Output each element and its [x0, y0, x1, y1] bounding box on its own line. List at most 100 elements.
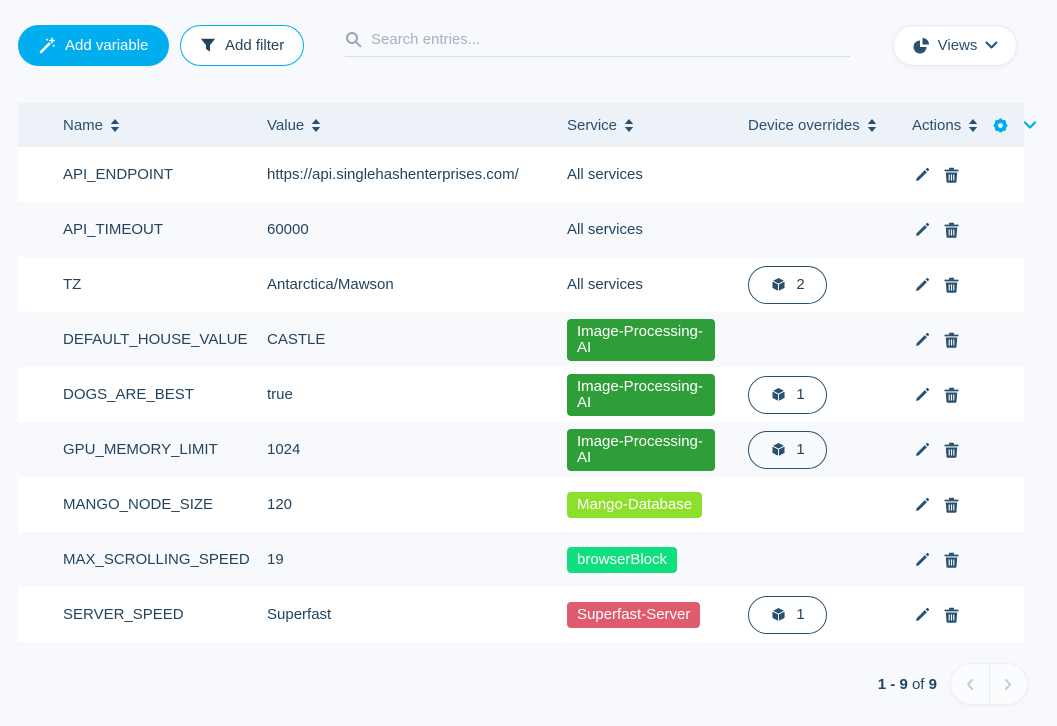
- table-row: MAX_SCROLLING_SPEED 19 browserBlock: [18, 532, 1024, 587]
- name-cell: TZ: [63, 276, 267, 293]
- edit-button[interactable]: [912, 605, 932, 625]
- variable-value: true: [267, 386, 293, 403]
- name-cell: MANGO_NODE_SIZE: [63, 496, 267, 513]
- sort-icon: [624, 118, 634, 132]
- magic-wand-icon: [39, 37, 56, 54]
- variables-page: { "toolbar": { "add_variable": "Add vari…: [0, 0, 1057, 726]
- table-row: DEFAULT_HOUSE_VALUE CASTLE Image-Process…: [18, 312, 1024, 367]
- trash-icon: [944, 222, 959, 238]
- variable-name: DOGS_ARE_BEST: [63, 386, 194, 403]
- column-header-device-overrides[interactable]: Device overrides: [748, 117, 877, 134]
- table-row: API_ENDPOINT https://api.singlehashenter…: [18, 147, 1024, 202]
- edit-button[interactable]: [912, 385, 932, 405]
- add-variable-button[interactable]: Add variable: [18, 25, 170, 66]
- table-options-chevron-button[interactable]: [1023, 120, 1037, 130]
- page-range-total: 9: [928, 675, 937, 693]
- page-range-numbers: 1 - 9: [877, 675, 908, 693]
- variable-value: 60000: [267, 221, 309, 238]
- edit-button[interactable]: [912, 220, 932, 240]
- actions-cell: [912, 220, 1024, 240]
- chevron-down-icon: [985, 41, 998, 50]
- sort-icon: [311, 118, 321, 132]
- column-label: Value: [267, 116, 305, 134]
- column-settings-button[interactable]: [991, 116, 1010, 135]
- column-header-value[interactable]: Value: [267, 117, 321, 134]
- cube-icon: [770, 441, 787, 458]
- edit-button[interactable]: [912, 550, 932, 570]
- filter-funnel-icon: [200, 38, 216, 53]
- delete-button[interactable]: [942, 440, 961, 460]
- variable-value: https://api.singlehashenterprises.com/: [267, 166, 519, 183]
- value-cell: true: [267, 386, 567, 403]
- device-overrides-cell: 2: [748, 265, 912, 304]
- column-header-service[interactable]: Service: [567, 117, 634, 134]
- table-header: Name Value Service Device overrides Acti…: [18, 103, 1037, 147]
- service-cell: All services: [567, 166, 748, 183]
- delete-button[interactable]: [942, 605, 961, 625]
- device-overrides-button[interactable]: 1: [748, 595, 827, 634]
- service-cell: Superfast-Server: [567, 601, 748, 628]
- service-cell: browserBlock: [567, 546, 748, 573]
- service-cell: Image-Processing-AI: [567, 318, 748, 361]
- name-cell: MAX_SCROLLING_SPEED: [63, 551, 267, 568]
- column-header-actions[interactable]: Actions: [912, 117, 978, 134]
- column-header-name[interactable]: Name: [63, 117, 120, 134]
- name-cell: DEFAULT_HOUSE_VALUE: [63, 331, 267, 348]
- actions-cell: [912, 495, 1024, 515]
- add-variable-label: Add variable: [65, 37, 149, 54]
- device-overrides-button[interactable]: 1: [748, 375, 827, 414]
- delete-button[interactable]: [942, 275, 961, 295]
- delete-button[interactable]: [942, 550, 961, 570]
- search-input[interactable]: [371, 31, 850, 48]
- table-row: GPU_MEMORY_LIMIT 1024 Image-Processing-A…: [18, 422, 1024, 477]
- toolbar: Add variable Add filter Views: [0, 0, 1057, 90]
- service-cell: Image-Processing-AI: [567, 428, 748, 471]
- sort-icon: [968, 118, 978, 132]
- delete-button[interactable]: [942, 330, 961, 350]
- variable-name: GPU_MEMORY_LIMIT: [63, 441, 218, 458]
- column-label: Device overrides: [748, 116, 860, 134]
- name-cell: API_ENDPOINT: [63, 166, 267, 183]
- name-cell: GPU_MEMORY_LIMIT: [63, 441, 267, 458]
- actions-cell: [912, 330, 1024, 350]
- table-row: DOGS_ARE_BEST true Image-Processing-AI 1: [18, 367, 1024, 422]
- name-cell: SERVER_SPEED: [63, 606, 267, 623]
- actions-cell: [912, 275, 1024, 295]
- delete-button[interactable]: [942, 220, 961, 240]
- edit-button[interactable]: [912, 495, 932, 515]
- variable-name: MANGO_NODE_SIZE: [63, 496, 214, 513]
- service-badge: Image-Processing-AI: [567, 428, 715, 471]
- variable-value: Antarctica/Mawson: [267, 276, 394, 293]
- next-page-button[interactable]: [988, 664, 1028, 704]
- device-overrides-button[interactable]: 1: [748, 430, 827, 469]
- value-cell: CASTLE: [267, 331, 567, 348]
- service-cell: All services: [567, 221, 748, 238]
- variable-value: Superfast: [267, 606, 332, 623]
- actions-header-group: Actions: [912, 116, 1037, 135]
- override-count: 2: [796, 276, 805, 293]
- service-text: All services: [567, 166, 643, 183]
- pencil-icon: [914, 222, 930, 238]
- cube-icon: [770, 606, 787, 623]
- variable-value: 120: [267, 496, 293, 513]
- edit-button[interactable]: [912, 165, 932, 185]
- service-badge: Mango-Database: [567, 491, 703, 518]
- edit-button[interactable]: [912, 330, 932, 350]
- delete-button[interactable]: [942, 165, 961, 185]
- prev-page-button[interactable]: [951, 664, 989, 704]
- edit-button[interactable]: [912, 440, 932, 460]
- service-cell: Image-Processing-AI: [567, 373, 748, 416]
- device-overrides-button[interactable]: 2: [748, 265, 827, 304]
- trash-icon: [944, 497, 959, 513]
- pencil-icon: [914, 277, 930, 293]
- delete-button[interactable]: [942, 385, 961, 405]
- chevron-down-icon: [1023, 120, 1037, 130]
- variable-value: 1024: [267, 441, 301, 458]
- pencil-icon: [914, 167, 930, 183]
- chevron-right-icon: [1003, 678, 1013, 691]
- add-filter-button[interactable]: Add filter: [180, 25, 305, 66]
- override-count: 1: [796, 386, 805, 403]
- views-button[interactable]: Views: [893, 25, 1017, 66]
- delete-button[interactable]: [942, 495, 961, 515]
- edit-button[interactable]: [912, 275, 932, 295]
